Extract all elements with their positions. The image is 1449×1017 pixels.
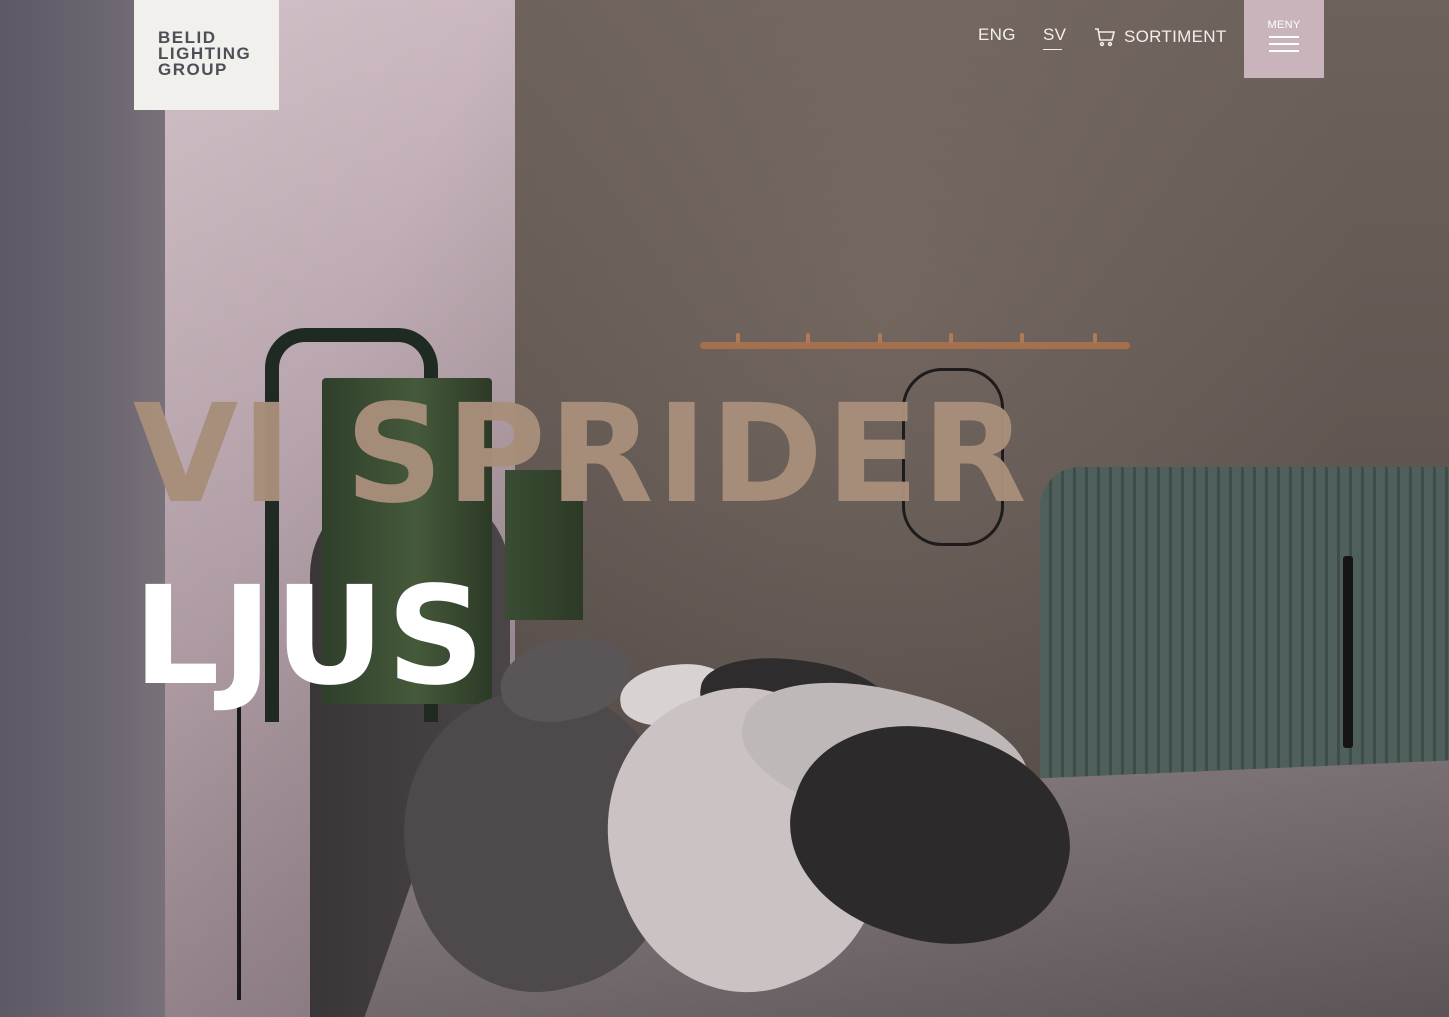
logo-link[interactable]: BELID LIGHTING GROUP <box>134 0 279 110</box>
lamp-cable <box>237 700 241 1000</box>
sortiment-link[interactable]: SORTIMENT <box>1094 25 1227 49</box>
cart-icon <box>1094 27 1116 47</box>
rail-peg <box>878 333 882 343</box>
active-language-underline <box>1043 49 1062 50</box>
rail-peg <box>1093 333 1097 343</box>
hero-headline-line1: VI SPRIDER <box>133 376 1030 534</box>
logo: BELID LIGHTING GROUP <box>158 28 252 79</box>
rail-peg <box>736 333 740 343</box>
sortiment-label: SORTIMENT <box>1124 27 1227 46</box>
rail-peg <box>806 333 810 343</box>
menu-label: MENY <box>1267 19 1301 31</box>
page: BELID LIGHTING GROUP ENG SV SORTIMENT ME… <box>0 0 1449 1017</box>
wall-rail <box>700 342 1130 349</box>
hero-headline-line2: LJUS <box>133 558 487 716</box>
cabinet-handle <box>1343 556 1353 748</box>
rail-peg <box>1020 333 1024 343</box>
menu-button[interactable]: MENY <box>1244 0 1324 78</box>
language-eng-link[interactable]: ENG <box>978 25 1016 49</box>
language-sv-link[interactable]: SV <box>1043 25 1066 49</box>
hamburger-icon <box>1269 36 1299 52</box>
rail-peg <box>949 333 953 343</box>
